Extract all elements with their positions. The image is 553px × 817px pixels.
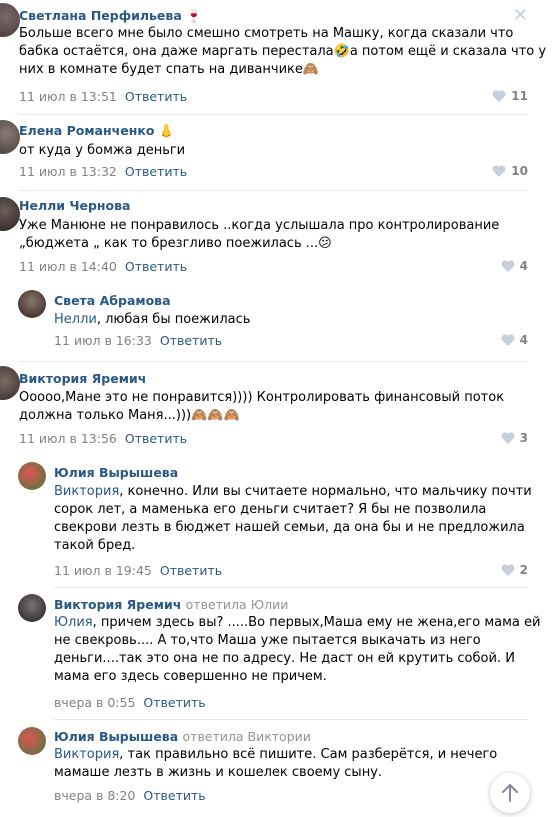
avatar[interactable]: [0, 366, 20, 400]
reply-button[interactable]: Ответить: [160, 333, 222, 348]
comment-date[interactable]: вчера в 0:55: [54, 695, 135, 710]
comment-meta: 11 июл в 13:56 Ответить: [19, 431, 187, 446]
avatar[interactable]: [0, 3, 20, 37]
reply-button[interactable]: Ответить: [125, 89, 187, 104]
like-button[interactable]: 11: [492, 89, 528, 103]
comment-date[interactable]: 11 июл в 13:51: [19, 89, 117, 104]
comment-meta: 11 июл в 19:45 Ответить: [54, 563, 222, 578]
comment-author[interactable]: Виктория Яремич ответила Юлии: [54, 597, 288, 612]
reply-button[interactable]: Ответить: [125, 259, 187, 274]
like-button[interactable]: 4: [501, 333, 528, 347]
comment-text: Виктория, так правильно всё пишите. Сам …: [54, 747, 498, 780]
reply-button[interactable]: Ответить: [125, 164, 187, 179]
heart-icon: [501, 564, 515, 576]
heart-icon: [492, 165, 506, 177]
avatar[interactable]: [18, 727, 46, 755]
comment-author[interactable]: Елена Романченко 👃: [19, 123, 174, 139]
comment-author[interactable]: Нелли Чернова: [19, 198, 130, 213]
comment-text: Оoooo,Мане это не понравится)))) Контрол…: [19, 390, 505, 423]
mention-link[interactable]: Юлия: [54, 615, 93, 630]
mention-link[interactable]: Нелли: [54, 312, 97, 327]
reply-to-label[interactable]: ответила Виктории: [183, 729, 311, 744]
like-button[interactable]: 3: [501, 431, 528, 445]
heart-icon: [501, 432, 515, 444]
reply-button[interactable]: Ответить: [143, 695, 205, 710]
scroll-top-button[interactable]: [490, 773, 530, 813]
avatar[interactable]: [0, 120, 20, 154]
avatar[interactable]: [18, 290, 46, 318]
badge-icon: 🍷: [186, 8, 202, 23]
heart-icon: [501, 334, 515, 346]
comment-meta: 11 июл в 16:33 Ответить: [54, 333, 222, 348]
comment-date[interactable]: 11 июл в 16:33: [54, 333, 152, 348]
avatar[interactable]: [18, 462, 46, 490]
comment-date[interactable]: 11 июл в 13:56: [19, 431, 117, 446]
badge-icon: 👃: [158, 123, 175, 138]
comment-text: Юлия, причем здесь вы? .....Во первых,Ма…: [54, 615, 541, 684]
comment-date[interactable]: 11 июл в 14:40: [19, 259, 117, 274]
comment-text: от куда у бомжа деньги: [19, 143, 186, 158]
avatar[interactable]: [18, 594, 46, 622]
comment-date[interactable]: вчера в 8:20: [54, 788, 135, 803]
comment-date[interactable]: 11 июл в 19:45: [54, 563, 152, 578]
comment-text: Виктория, конечно. Или вы считаете норма…: [54, 484, 532, 553]
comment-date[interactable]: 11 июл в 13:32: [19, 164, 117, 179]
reply-to-label[interactable]: ответила Юлии: [186, 597, 289, 612]
like-button[interactable]: 10: [492, 164, 528, 178]
comment-meta: 11 июл в 14:40 Ответить: [19, 259, 187, 274]
comment-text: Нелли, любая бы поежилась: [54, 312, 251, 327]
comment-author[interactable]: Света Абрамова: [54, 293, 171, 308]
like-button[interactable]: 2: [501, 563, 528, 577]
comment-author[interactable]: Светлана Перфильева 🍷: [19, 8, 202, 24]
heart-icon: [492, 90, 506, 102]
like-button[interactable]: 4: [501, 259, 528, 273]
close-icon[interactable]: ✕: [513, 5, 528, 26]
comment-author[interactable]: Юлия Вырышева ответила Виктории: [54, 729, 311, 744]
comment-meta: 11 июл в 13:32 Ответить: [19, 164, 187, 179]
arrow-up-icon: [502, 784, 518, 802]
avatar[interactable]: [0, 197, 20, 231]
reply-button[interactable]: Ответить: [143, 788, 205, 803]
comment-meta: вчера в 0:55 Ответить: [54, 695, 206, 710]
comment-author[interactable]: Юлия Вырышева: [54, 465, 178, 480]
comment-text: Больше всего мне было смешно смотреть на…: [19, 26, 547, 77]
mention-link[interactable]: Виктория: [54, 484, 119, 499]
comment-author[interactable]: Виктория Яремич: [19, 371, 146, 386]
comment-text: Уже Манюне не понравилось ..когда услыша…: [19, 218, 500, 251]
reply-button[interactable]: Ответить: [125, 431, 187, 446]
comment-meta: 11 июл в 13:51 Ответить: [19, 89, 187, 104]
comment-meta: вчера в 8:20 Ответить: [54, 788, 206, 803]
heart-icon: [501, 260, 515, 272]
mention-link[interactable]: Виктория: [54, 747, 119, 762]
reply-button[interactable]: Ответить: [160, 563, 222, 578]
